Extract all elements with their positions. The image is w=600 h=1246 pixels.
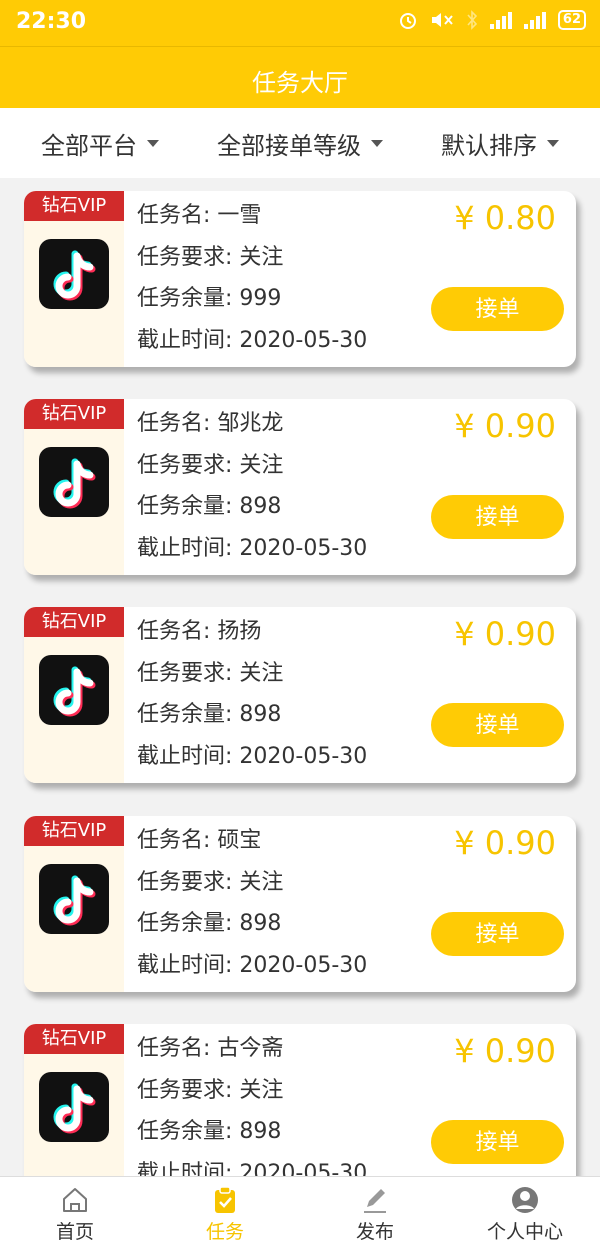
wifi-signal-icon — [489, 11, 512, 29]
caret-down-icon — [371, 139, 383, 147]
task-card[interactable]: 钻石VIP 任务名: 邹兆龙 任务要求: 关注 任务余量: 898 截止时间: … — [24, 399, 576, 575]
tab-profile[interactable]: 个人中心 — [450, 1177, 600, 1246]
bluetooth-icon — [467, 10, 478, 30]
page-title: 任务大厅 — [252, 69, 348, 97]
level-filter[interactable]: 全部接单等级 — [200, 126, 400, 161]
pencil-icon — [364, 1189, 386, 1213]
task-name: 任务名: 硕宝 — [137, 828, 262, 853]
take-order-button[interactable]: 接单 — [431, 1120, 564, 1164]
task-info: 任务名: 硕宝 任务要求: 关注 任务余量: 898 截止时间: 2020-05… — [137, 826, 367, 992]
task-requirement: 任务要求: 关注 — [137, 244, 284, 270]
task-name: 任务名: 扬扬 — [137, 619, 262, 644]
task-price: ¥ 0.90 — [454, 824, 556, 862]
caret-down-icon — [547, 139, 559, 147]
vip-badge: 钻石VIP — [24, 191, 124, 221]
task-deadline: 截止时间: 2020-05-30 — [137, 327, 368, 353]
filter-bar: 全部平台 全部接单等级 默认排序 — [0, 108, 600, 178]
tab-profile-label: 个人中心 — [486, 1221, 563, 1243]
task-remaining: 任务余量: 898 — [137, 1119, 282, 1144]
caret-down-icon — [147, 139, 159, 147]
take-order-button[interactable]: 接单 — [431, 703, 564, 747]
vip-badge: 钻石VIP — [24, 399, 124, 429]
task-remaining: 任务余量: 898 — [137, 702, 282, 727]
cell-signal-icon — [523, 11, 546, 29]
task-requirement: 任务要求: 关注 — [137, 1077, 284, 1103]
vip-badge: 钻石VIP — [24, 1024, 124, 1054]
alarm-icon — [399, 13, 416, 29]
take-order-button[interactable]: 接单 — [431, 287, 564, 331]
task-name: 任务名: 邹兆龙 — [137, 411, 284, 436]
task-price: ¥ 0.90 — [454, 1032, 556, 1070]
task-requirement: 任务要求: 关注 — [137, 660, 284, 686]
tab-tasks-label: 任务 — [205, 1221, 244, 1243]
home-icon — [63, 1188, 87, 1212]
task-card[interactable]: 钻石VIP 任务名: 硕宝 任务要求: 关注 任务余量: 898 截止时间: 2… — [24, 816, 576, 992]
tab-tasks[interactable]: 任务 — [150, 1177, 300, 1246]
task-price: ¥ 0.90 — [454, 615, 556, 653]
sort-filter[interactable]: 默认排序 — [400, 126, 600, 161]
title-bar: 任务大厅 — [0, 46, 600, 108]
task-card[interactable]: 钻石VIP 任务名: 扬扬 任务要求: 关注 任务余量: 898 截止时间: 2… — [24, 607, 576, 783]
platform-filter-label: 全部平台 — [41, 131, 137, 160]
task-price: ¥ 0.90 — [454, 407, 556, 445]
vip-badge: 钻石VIP — [24, 816, 124, 846]
status-icons: 62 — [398, 10, 586, 30]
tiktok-app-icon — [39, 864, 109, 934]
status-time: 22:30 — [16, 9, 87, 34]
tab-home[interactable]: 首页 — [0, 1177, 150, 1246]
tab-publish[interactable]: 发布 — [300, 1177, 450, 1246]
task-info: 任务名: 扬扬 任务要求: 关注 任务余量: 898 截止时间: 2020-05… — [137, 617, 367, 783]
task-remaining: 任务余量: 898 — [137, 494, 282, 519]
task-remaining: 任务余量: 999 — [137, 286, 282, 311]
tiktok-app-icon — [39, 1072, 109, 1142]
card-left-panel: 钻石VIP — [24, 816, 124, 992]
take-order-button[interactable]: 接单 — [431, 912, 564, 956]
task-card[interactable]: 钻石VIP 任务名: 古今斋 任务要求: 关注 任务余量: 898 截止时间: … — [24, 1024, 576, 1176]
tiktok-app-icon — [39, 239, 109, 309]
task-list[interactable]: 钻石VIP 任务名: 一雪 任务要求: 关注 任务余量: 999 截止时间: 2… — [0, 178, 600, 1176]
take-order-button[interactable]: 接单 — [431, 495, 564, 539]
card-left-panel: 钻石VIP — [24, 191, 124, 367]
task-deadline: 截止时间: 2020-05-30 — [137, 535, 368, 561]
task-remaining: 任务余量: 898 — [137, 911, 282, 936]
tab-home-label: 首页 — [55, 1221, 94, 1243]
user-icon — [512, 1187, 538, 1213]
task-requirement: 任务要求: 关注 — [137, 869, 284, 895]
task-name: 任务名: 古今斋 — [137, 1036, 284, 1061]
level-filter-label: 全部接单等级 — [217, 131, 361, 160]
platform-filter[interactable]: 全部平台 — [0, 126, 200, 161]
tiktok-app-icon — [39, 655, 109, 725]
task-deadline: 截止时间: 2020-05-30 — [137, 1160, 368, 1177]
task-price: ¥ 0.80 — [454, 199, 556, 237]
battery-indicator: 62 — [557, 10, 586, 30]
sort-filter-label: 默认排序 — [441, 131, 537, 160]
mute-icon — [431, 13, 453, 27]
bottom-tab-bar: 首页 任务 发布 个人中心 — [0, 1176, 600, 1246]
vip-badge: 钻石VIP — [24, 607, 124, 637]
task-deadline: 截止时间: 2020-05-30 — [137, 743, 368, 769]
clipboard-icon — [215, 1186, 235, 1213]
task-info: 任务名: 一雪 任务要求: 关注 任务余量: 999 截止时间: 2020-05… — [137, 201, 367, 367]
task-info: 任务名: 古今斋 任务要求: 关注 任务余量: 898 截止时间: 2020-0… — [137, 1034, 367, 1176]
task-name: 任务名: 一雪 — [137, 203, 262, 228]
tab-publish-label: 发布 — [355, 1221, 394, 1243]
task-info: 任务名: 邹兆龙 任务要求: 关注 任务余量: 898 截止时间: 2020-0… — [137, 409, 367, 575]
tiktok-app-icon — [39, 447, 109, 517]
status-bar: 22:30 62 — [0, 0, 600, 46]
task-deadline: 截止时间: 2020-05-30 — [137, 952, 368, 978]
card-left-panel: 钻石VIP — [24, 607, 124, 783]
card-left-panel: 钻石VIP — [24, 1024, 124, 1176]
task-requirement: 任务要求: 关注 — [137, 452, 284, 478]
card-left-panel: 钻石VIP — [24, 399, 124, 575]
task-card[interactable]: 钻石VIP 任务名: 一雪 任务要求: 关注 任务余量: 999 截止时间: 2… — [24, 191, 576, 367]
